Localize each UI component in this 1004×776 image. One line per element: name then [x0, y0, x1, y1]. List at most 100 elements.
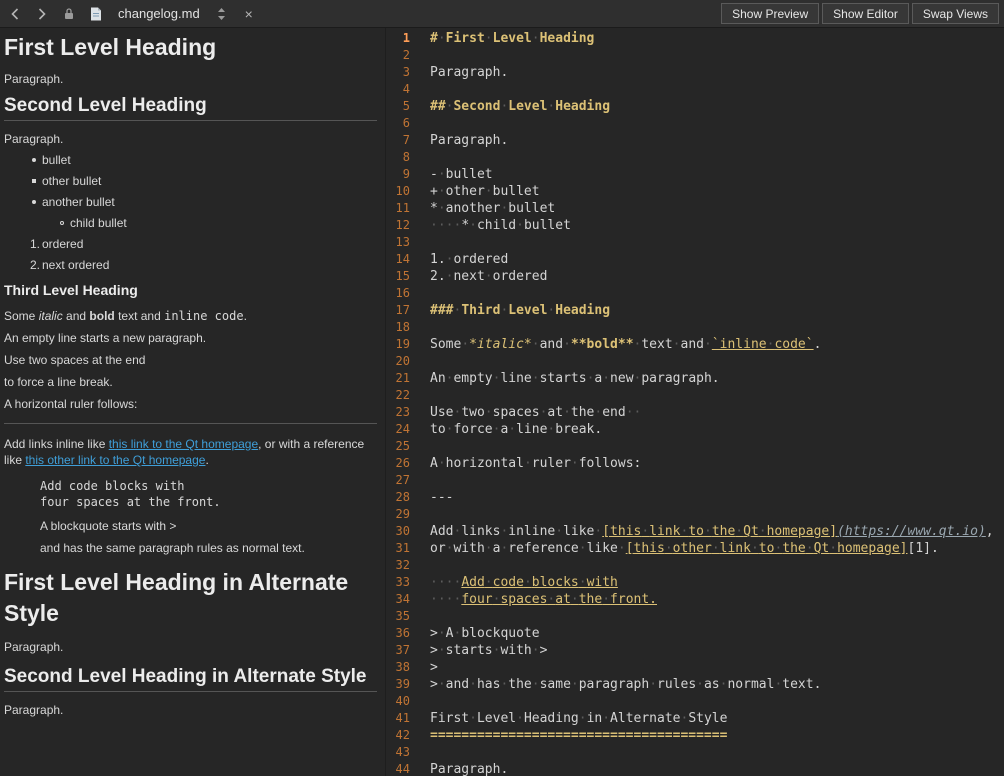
- editor-line[interactable]: 32: [386, 557, 1004, 574]
- line-number[interactable]: 43: [386, 744, 410, 761]
- line-number[interactable]: 36: [386, 625, 410, 642]
- document-tab[interactable]: changelog.md ×: [6, 4, 258, 24]
- editor-line[interactable]: 4: [386, 81, 1004, 98]
- forward-button[interactable]: [33, 4, 51, 24]
- editor-line[interactable]: 22: [386, 387, 1004, 404]
- line-number[interactable]: 5: [386, 98, 410, 115]
- line-number[interactable]: 25: [386, 438, 410, 455]
- editor-line[interactable]: 29: [386, 506, 1004, 523]
- line-number[interactable]: 1: [386, 30, 410, 47]
- show-preview-button[interactable]: Show Preview: [721, 3, 819, 24]
- line-number[interactable]: 38: [386, 659, 410, 676]
- editor-line[interactable]: 20: [386, 353, 1004, 370]
- document-switcher[interactable]: [213, 4, 231, 24]
- editor-line[interactable]: 35: [386, 608, 1004, 625]
- line-number[interactable]: 18: [386, 319, 410, 336]
- editor-line[interactable]: 12····*·child·bullet: [386, 217, 1004, 234]
- line-number[interactable]: 8: [386, 149, 410, 166]
- line-number[interactable]: 2: [386, 47, 410, 64]
- editor-line[interactable]: 8: [386, 149, 1004, 166]
- editor-line[interactable]: 30Add·links·inline·like·[this·link·to·th…: [386, 523, 1004, 540]
- line-number[interactable]: 12: [386, 217, 410, 234]
- editor-line[interactable]: 43: [386, 744, 1004, 761]
- editor-line[interactable]: 7Paragraph.: [386, 132, 1004, 149]
- editor-line[interactable]: 31or·with·a·reference·like·[this·other·l…: [386, 540, 1004, 557]
- editor-line[interactable]: 6: [386, 115, 1004, 132]
- back-button[interactable]: [6, 4, 24, 24]
- editor-line[interactable]: 41First·Level·Heading·in·Alternate·Style: [386, 710, 1004, 727]
- editor-line[interactable]: 17###·Third·Level·Heading: [386, 302, 1004, 319]
- editor-line[interactable]: 40: [386, 693, 1004, 710]
- editor-line[interactable]: 152.·next·ordered: [386, 268, 1004, 285]
- editor-line[interactable]: 18: [386, 319, 1004, 336]
- line-number[interactable]: 23: [386, 404, 410, 421]
- line-number[interactable]: 21: [386, 370, 410, 387]
- editor-line[interactable]: 26A·horizontal·ruler·follows:: [386, 455, 1004, 472]
- markdown-editor-pane[interactable]: 1#·First·Level·Heading23Paragraph.45##·S…: [386, 28, 1004, 776]
- line-number[interactable]: 39: [386, 676, 410, 693]
- line-number[interactable]: 9: [386, 166, 410, 183]
- editor-line[interactable]: 44Paragraph.: [386, 761, 1004, 776]
- line-number[interactable]: 27: [386, 472, 410, 489]
- line-number[interactable]: 3: [386, 64, 410, 81]
- editor-line[interactable]: 11*·another·bullet: [386, 200, 1004, 217]
- line-number[interactable]: 22: [386, 387, 410, 404]
- line-number[interactable]: 15: [386, 268, 410, 285]
- line-number[interactable]: 32: [386, 557, 410, 574]
- show-editor-button[interactable]: Show Editor: [822, 3, 909, 24]
- line-number[interactable]: 19: [386, 336, 410, 353]
- editor-line[interactable]: 39>·and·has·the·same·paragraph·rules·as·…: [386, 676, 1004, 693]
- line-number[interactable]: 42: [386, 727, 410, 744]
- line-number[interactable]: 28: [386, 489, 410, 506]
- editor-line[interactable]: 27: [386, 472, 1004, 489]
- line-number[interactable]: 44: [386, 761, 410, 776]
- line-number[interactable]: 30: [386, 523, 410, 540]
- editor-line[interactable]: 141.·ordered: [386, 251, 1004, 268]
- line-number[interactable]: 17: [386, 302, 410, 319]
- line-number[interactable]: 34: [386, 591, 410, 608]
- line-number[interactable]: 35: [386, 608, 410, 625]
- whitespace-dot: ·: [446, 422, 454, 437]
- close-document-button[interactable]: ×: [240, 4, 258, 24]
- editor-line[interactable]: 1#·First·Level·Heading: [386, 30, 1004, 47]
- line-number[interactable]: 6: [386, 115, 410, 132]
- line-number[interactable]: 11: [386, 200, 410, 217]
- editor-line[interactable]: 34····four·spaces·at·the·front.: [386, 591, 1004, 608]
- editor-line[interactable]: 37>·starts·with·>: [386, 642, 1004, 659]
- editor-line[interactable]: 13: [386, 234, 1004, 251]
- editor-line[interactable]: 38>: [386, 659, 1004, 676]
- editor-line[interactable]: 5##·Second·Level·Heading: [386, 98, 1004, 115]
- line-number[interactable]: 37: [386, 642, 410, 659]
- editor-line[interactable]: 3Paragraph.: [386, 64, 1004, 81]
- line-number[interactable]: 41: [386, 710, 410, 727]
- editor-line[interactable]: 33····Add·code·blocks·with: [386, 574, 1004, 591]
- editor-line[interactable]: 42======================================: [386, 727, 1004, 744]
- editor-line[interactable]: 28---: [386, 489, 1004, 506]
- line-number[interactable]: 40: [386, 693, 410, 710]
- editor-line[interactable]: 25: [386, 438, 1004, 455]
- editor-line[interactable]: 24to·force·a·line·break.: [386, 421, 1004, 438]
- editor-line[interactable]: 2: [386, 47, 1004, 64]
- editor-line[interactable]: 16: [386, 285, 1004, 302]
- line-number[interactable]: 26: [386, 455, 410, 472]
- editor-line[interactable]: 10+·other·bullet: [386, 183, 1004, 200]
- line-number[interactable]: 10: [386, 183, 410, 200]
- line-number[interactable]: 13: [386, 234, 410, 251]
- line-number[interactable]: 24: [386, 421, 410, 438]
- swap-views-button[interactable]: Swap Views: [912, 3, 999, 24]
- editor-line[interactable]: 21An·empty·line·starts·a·new·paragraph.: [386, 370, 1004, 387]
- line-number[interactable]: 16: [386, 285, 410, 302]
- line-number[interactable]: 20: [386, 353, 410, 370]
- line-number[interactable]: 14: [386, 251, 410, 268]
- line-number[interactable]: 7: [386, 132, 410, 149]
- editor-line[interactable]: 9-·bullet: [386, 166, 1004, 183]
- editor-line[interactable]: 23Use·two·spaces·at·the·end··: [386, 404, 1004, 421]
- qt-homepage-link[interactable]: this link to the Qt homepage: [109, 437, 258, 451]
- line-number[interactable]: 4: [386, 81, 410, 98]
- editor-line[interactable]: 19Some·*italic*·and·**bold**·text·and·`i…: [386, 336, 1004, 353]
- line-number[interactable]: 33: [386, 574, 410, 591]
- qt-homepage-reference-link[interactable]: this other link to the Qt homepage: [25, 453, 205, 467]
- editor-line[interactable]: 36>·A·blockquote: [386, 625, 1004, 642]
- line-number[interactable]: 31: [386, 540, 410, 557]
- line-number[interactable]: 29: [386, 506, 410, 523]
